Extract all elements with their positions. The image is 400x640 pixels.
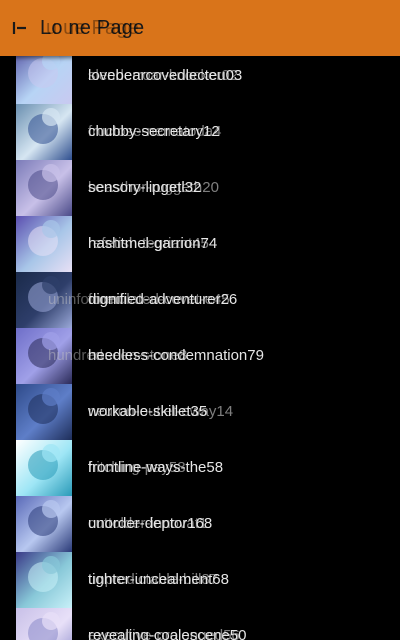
- list-item[interactable]: workable-skillet35 neuron-outlet-eway14: [0, 384, 400, 440]
- username-label: heedless-condemnation79 unseen-stone8: [88, 328, 264, 384]
- avatar: [16, 160, 72, 216]
- avatar: [16, 384, 72, 440]
- username-label: dignified-adventurer26 formulated-covet-e…: [88, 272, 237, 328]
- back-button[interactable]: [0, 0, 40, 56]
- app-bar: Lo ne Page u ue Page: [0, 0, 400, 56]
- back-arrow-icon: [12, 22, 26, 34]
- list-item[interactable]: tighter-uncealment68 unpredictable-bill87: [0, 552, 400, 608]
- app-screen: lovebearcovedlecteu03 slenderroar-knocker…: [0, 0, 400, 640]
- username-label: lovebearcovedlecteu03 slenderroar-knocker…: [88, 48, 242, 104]
- page-title: Lo ne Page u ue Page: [40, 0, 144, 56]
- username-secondary: executive-prolonged56: [88, 627, 240, 640]
- username-secondary: unpredictable-bill87: [88, 571, 219, 588]
- username-secondary: beasthor-ruggeth20: [88, 179, 219, 196]
- username-secondary: unseen-stone8: [88, 347, 188, 364]
- avatar: [16, 104, 72, 160]
- list-item[interactable]: revealing-coalescene50 executive-prolonge…: [0, 608, 400, 640]
- username-secondary: neuron-outlet-eway14: [88, 403, 234, 420]
- list-item[interactable]: lovebearcovedlecteu03 slenderroar-knocker…: [0, 48, 400, 104]
- list-item[interactable]: chubby-secretary12 fructose-nematoda4: [0, 104, 400, 160]
- username-secondary: slenderroar-knocker02: [88, 67, 239, 84]
- avatar: [16, 48, 72, 104]
- username-secondary: formulated-covet-e45: [88, 291, 230, 308]
- avatar: [16, 552, 72, 608]
- avatar: [16, 608, 72, 640]
- list-item[interactable]: hashtmel-garrion74 refetish-tegriant45: [0, 216, 400, 272]
- username-label: workable-skillet35 neuron-outlet-eway14: [88, 384, 233, 440]
- list-item[interactable]: uninformed dignified-adventurer26 formulat…: [0, 272, 400, 328]
- username-label: hashtmel-garrion74 refetish-tegriant45: [88, 216, 217, 272]
- username-secondary: cuttolder-innovat1: [88, 515, 208, 532]
- page-title-ghost: u ue Page: [46, 17, 139, 39]
- username-label: unorder-deptor168 cuttolder-innovat1: [88, 496, 212, 552]
- list-item[interactable]: unorder-deptor168 cuttolder-innovat1: [0, 496, 400, 552]
- avatar: [16, 216, 72, 272]
- username-label: chubby-secretary12 fructose-nematoda4: [88, 104, 222, 160]
- list-item[interactable]: frontline-ways-the58 hitching-pay58: [0, 440, 400, 496]
- avatar: [16, 440, 72, 496]
- username-label: sensory-lipgetl32 beasthor-ruggeth20: [88, 160, 219, 216]
- list-item[interactable]: hundred heedless-condemnation79 unseen-sto…: [0, 328, 400, 384]
- username-secondary: fructose-nematoda4: [88, 123, 222, 140]
- list-item[interactable]: sensory-lipgetl32 beasthor-ruggeth20: [0, 160, 400, 216]
- username-label: frontline-ways-the58 hitching-pay58: [88, 440, 223, 496]
- username-secondary: refetish-tegriant45: [88, 235, 209, 252]
- username-label: revealing-coalescene50 executive-prolonge…: [88, 608, 246, 640]
- avatar: [16, 496, 72, 552]
- username-secondary: hitching-pay58: [88, 459, 186, 476]
- user-list[interactable]: lovebearcovedlecteu03 slenderroar-knocker…: [0, 48, 400, 640]
- username-label: tighter-uncealment68 unpredictable-bill87: [88, 552, 229, 608]
